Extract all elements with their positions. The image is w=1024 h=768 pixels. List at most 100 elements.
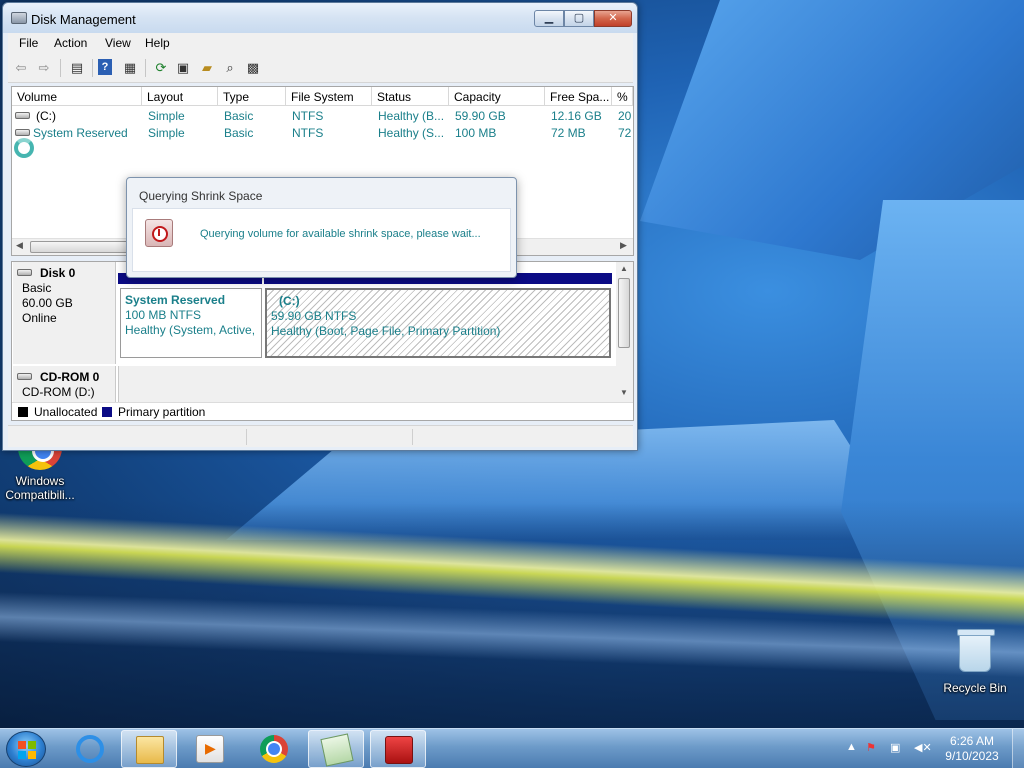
chrome-icon — [18, 448, 62, 470]
partition-system-reserved[interactable]: System Reserved 100 MB NTFS Healthy (Sys… — [120, 288, 262, 358]
disk-size: 60.00 GB — [22, 296, 73, 310]
column-header-status[interactable]: Status — [372, 87, 449, 106]
scrollbar-thumb[interactable] — [618, 278, 630, 348]
cell-layout: Simple — [148, 126, 185, 140]
clock-time: 6:26 AM — [949, 734, 995, 748]
menu-view[interactable]: View — [105, 36, 131, 50]
cdrom-drive: CD-ROM (D:) — [22, 385, 95, 399]
menu-file[interactable]: File — [19, 36, 38, 50]
taskbar-notepad[interactable] — [308, 730, 364, 768]
taskbar-disk-management[interactable] — [370, 730, 426, 768]
disk-management-icon — [11, 12, 27, 24]
scroll-right-icon[interactable]: ▶ — [620, 240, 627, 251]
cell-status: Healthy (B... — [378, 109, 445, 123]
status-divider — [246, 429, 247, 445]
menu-help[interactable]: Help — [145, 36, 170, 50]
console-tree-icon[interactable]: ▤ — [68, 59, 86, 77]
maximize-button[interactable]: ▢ — [564, 10, 594, 27]
column-header-free-space[interactable]: Free Spa... — [545, 87, 612, 106]
cdrom-0-label[interactable]: CD-ROM 0 CD-ROM (D:) — [13, 366, 116, 402]
dialog-title: Querying Shrink Space — [139, 189, 263, 203]
taskbar-file-explorer[interactable] — [121, 730, 177, 768]
dialog-body: Querying volume for available shrink spa… — [132, 208, 511, 272]
toolbar-separator — [60, 59, 61, 77]
desktop-icon-label: Windows Compatibili... — [5, 474, 75, 502]
search-icon[interactable]: ⌕ — [221, 59, 239, 77]
disk-map: Disk 0 Basic 60.00 GB Online System Rese… — [11, 261, 634, 421]
minimize-button[interactable]: ▁ — [534, 10, 564, 27]
drive-icon — [15, 112, 30, 119]
file-explorer-icon — [136, 736, 164, 764]
show-hidden-icons-icon[interactable]: ▲ — [846, 741, 857, 753]
column-header-capacity[interactable]: Capacity — [449, 87, 545, 106]
drive-icon — [15, 129, 30, 136]
cell-type: Basic — [224, 109, 254, 123]
help-icon[interactable]: ? — [98, 59, 112, 75]
toolbar-separator — [92, 59, 93, 77]
taskbar: ▲ ⚑ ▣ ◀✕ 6:26 AM 9/10/2023 — [0, 728, 1024, 768]
open-folder-icon[interactable]: ▰ — [198, 59, 216, 77]
cdrom-icon — [17, 373, 32, 380]
cell-volume: System Reserved — [33, 126, 128, 140]
toolbar: ⇦ ⇨ ▤ ? ▦ ⟳ ▣ ▰ ⌕ ▩ — [8, 54, 633, 83]
system-clock[interactable]: 6:26 AM 9/10/2023 — [936, 734, 1008, 764]
table-row[interactable]: (C:) Simple Basic NTFS Healthy (B... 59.… — [12, 107, 633, 124]
refresh-icon[interactable]: ⟳ — [152, 59, 170, 77]
partition-status: Healthy (System, Active, — [125, 323, 256, 337]
settings-icon[interactable]: ▩ — [244, 59, 262, 77]
scrollbar-thumb[interactable] — [30, 241, 140, 253]
busy-spinner-icon — [14, 138, 34, 158]
table-row[interactable]: System Reserved Simple Basic NTFS Health… — [12, 124, 633, 141]
vertical-scrollbar[interactable]: ▲ ▼ — [616, 262, 633, 402]
media-player-icon — [196, 735, 224, 763]
recycle-bin-icon — [957, 629, 995, 672]
properties-icon[interactable]: ▦ — [121, 59, 139, 77]
network-icon[interactable]: ▣ — [890, 741, 900, 754]
querying-shrink-space-dialog: Querying Shrink Space Querying volume fo… — [126, 177, 517, 278]
column-header-layout[interactable]: Layout — [142, 87, 218, 106]
clock-icon — [145, 219, 173, 247]
action-center-icon[interactable]: ⚑ — [866, 741, 876, 754]
dialog-message: Querying volume for available shrink spa… — [200, 228, 481, 240]
forward-arrow-icon[interactable]: ⇨ — [35, 59, 53, 77]
column-header-volume[interactable]: Volume — [12, 87, 142, 106]
cell-capacity: 100 MB — [455, 126, 497, 140]
scroll-down-icon[interactable]: ▼ — [620, 388, 628, 397]
partition-size: 59.90 GB NTFS — [271, 309, 357, 323]
scroll-up-icon[interactable]: ▲ — [620, 264, 628, 273]
cell-percent-free: 72 — [618, 126, 632, 140]
status-divider — [412, 429, 413, 445]
close-button[interactable]: ✕ — [594, 10, 632, 27]
cdrom-area[interactable] — [118, 366, 616, 402]
cell-capacity: 59.90 GB — [455, 109, 506, 123]
menu-action[interactable]: Action — [54, 36, 87, 50]
partition-status: Healthy (Boot, Page File, Primary Partit… — [271, 324, 501, 338]
toolbox-icon — [385, 736, 413, 764]
partition-c[interactable]: (C:) 59.90 GB NTFS Healthy (Boot, Page F… — [265, 288, 611, 358]
disk-0-label[interactable]: Disk 0 Basic 60.00 GB Online — [13, 262, 116, 364]
cell-free-space: 72 MB — [551, 126, 586, 140]
scroll-left-icon[interactable]: ◀ — [16, 240, 23, 251]
column-header-file-system[interactable]: File System — [286, 87, 372, 106]
column-header-type[interactable]: Type — [218, 87, 286, 106]
desktop-icon-label: Recycle Bin — [943, 681, 1007, 695]
column-header-percent-free[interactable]: % F — [612, 87, 633, 106]
notepad-icon — [320, 733, 354, 767]
disk-name: Disk 0 — [40, 266, 76, 280]
back-arrow-icon[interactable]: ⇦ — [12, 59, 30, 77]
desktop-icon-windows-compatibility[interactable]: Windows Compatibili... — [0, 448, 80, 502]
taskbar-media-player[interactable] — [182, 730, 238, 768]
cell-status: Healthy (S... — [378, 126, 445, 140]
rescan-icon[interactable]: ▣ — [174, 59, 192, 77]
show-desktop-button[interactable] — [1012, 729, 1024, 768]
cell-layout: Simple — [148, 109, 185, 123]
menu-bar: File Action View Help — [8, 33, 633, 54]
legend: Unallocated Primary partition — [12, 402, 633, 420]
taskbar-chrome[interactable] — [246, 730, 302, 768]
volume-muted-icon[interactable]: ◀✕ — [914, 741, 932, 754]
start-button[interactable] — [6, 731, 46, 767]
taskbar-internet-explorer[interactable] — [62, 730, 118, 768]
title-bar[interactable]: Disk Management ▁ ▢ ✕ — [3, 3, 637, 33]
legend-swatch-primary — [102, 407, 112, 417]
desktop-icon-recycle-bin[interactable]: Recycle Bin — [935, 629, 1015, 695]
